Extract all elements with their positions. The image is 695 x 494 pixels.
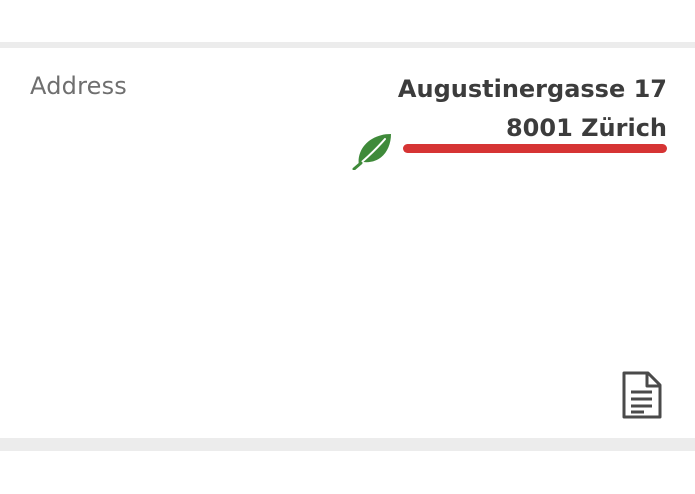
page: Address Augustinergasse 17 8001 Zürich — [0, 0, 695, 494]
address-label: Address — [30, 72, 127, 100]
document-icon[interactable] — [614, 370, 668, 420]
address-underline — [403, 144, 667, 153]
section-divider-bottom — [0, 438, 695, 451]
address-street: Augustinergasse 17 — [397, 75, 667, 103]
address-city: 8001 Zürich — [505, 114, 667, 142]
address-value: Augustinergasse 17 8001 Zürich — [398, 70, 667, 148]
leaf-icon — [352, 134, 391, 170]
